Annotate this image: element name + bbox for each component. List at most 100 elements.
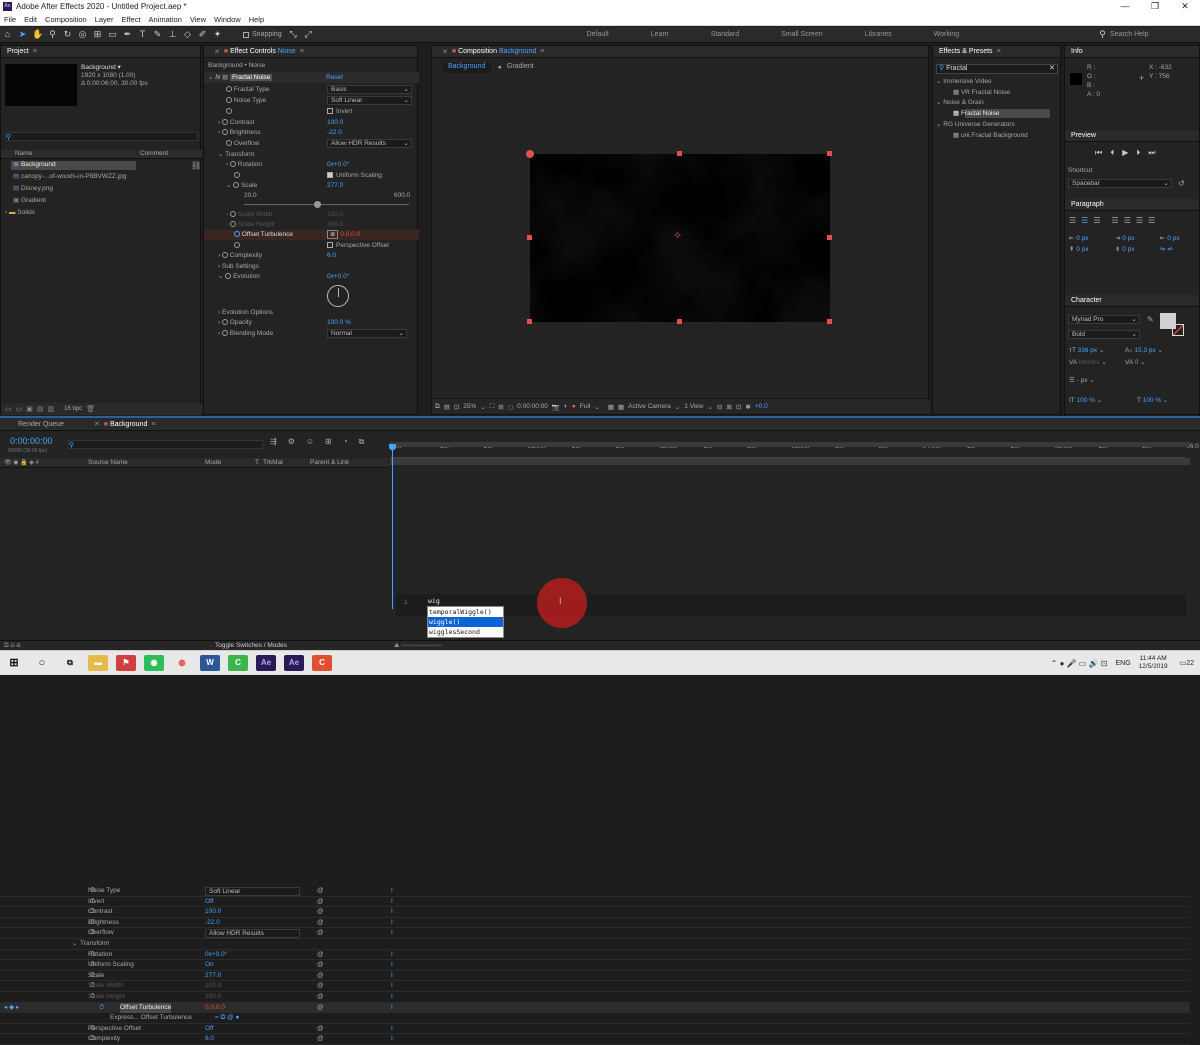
layer-handle-tc[interactable]	[677, 151, 682, 156]
workspace-small-screen[interactable]: Small Screen	[781, 31, 823, 38]
snapping-toggle[interactable]: Snapping	[243, 31, 282, 38]
fx-toggle-icon[interactable]: ▦	[222, 74, 228, 81]
ec-uniform-stopwatch[interactable]	[234, 171, 240, 181]
menu-window[interactable]: Window	[214, 15, 241, 24]
stopwatch-icon[interactable]: ⏱	[90, 981, 95, 991]
pick-whip-icon[interactable]: @	[317, 886, 324, 896]
indent-right[interactable]: ⇥ 0 px	[1115, 234, 1135, 244]
keyframe-marker-icon[interactable]: I	[391, 950, 393, 960]
stopwatch-icon[interactable]: ⏱	[90, 960, 95, 970]
ec-scale-value[interactable]: 277.0	[327, 181, 343, 191]
keyframe-marker-icon[interactable]: I	[391, 992, 393, 1002]
timeline-property-value[interactable]: Off	[205, 897, 214, 907]
camtasia-icon[interactable]: C	[228, 655, 248, 671]
menu-view[interactable]: View	[190, 15, 206, 24]
reset-exposure-icon[interactable]: ✱	[745, 403, 750, 411]
ec-sub-settings-group[interactable]: › Sub Settings	[218, 262, 259, 272]
keyframe-marker-icon[interactable]: I	[391, 886, 393, 896]
hand-tool-icon[interactable]: ✋	[32, 29, 43, 40]
show-channel-icon[interactable]: ◐	[564, 403, 568, 410]
ec-scale-slider-track[interactable]	[244, 204, 409, 205]
timeline-timecode[interactable]: 0:00:00:00	[10, 436, 53, 446]
column-comment[interactable]: Comment	[140, 149, 168, 159]
paragraph-tab[interactable]: Paragraph	[1071, 201, 1104, 208]
ec-blending-select[interactable]: Normal ⌄	[327, 329, 407, 338]
horizontal-scale[interactable]: T 100 % ⌄	[1137, 396, 1168, 406]
fit-icon[interactable]: ⛶	[490, 403, 495, 411]
stopwatch-icon[interactable]: ⏱	[90, 971, 95, 981]
ec-brightness-value[interactable]: -22.0	[327, 128, 342, 138]
region-of-interest-icon[interactable]: ◻	[508, 403, 513, 411]
camera-select[interactable]: Active Camera	[628, 403, 671, 410]
info-tab[interactable]: Info	[1071, 48, 1083, 55]
ec-uniform-scaling-checkbox[interactable]: Uniform Scaling	[327, 171, 382, 181]
effects-presets-tab[interactable]: Effects & Presets	[939, 48, 993, 55]
chrome-icon[interactable]: ◍	[172, 655, 192, 671]
work-area-range[interactable]	[390, 458, 1190, 465]
effects-search-input[interactable]: ⚲ Fractal ✕	[936, 64, 1058, 74]
system-tray-icons[interactable]: ⌃ ● 🎤 ▭ 🔊 ⊡	[1051, 659, 1108, 668]
file-explorer-icon[interactable]: ▬	[88, 655, 108, 671]
direction-icon[interactable]: ⇋ ⇌	[1160, 245, 1173, 255]
draft-3d-icon[interactable]: ⚙	[288, 437, 295, 447]
timeline-property-row[interactable]: Express... Offset Turbulence = ⧉ @ ●	[0, 1013, 1190, 1024]
menu-icon[interactable]: ≡	[151, 421, 155, 428]
timeline-property-row[interactable]: Scale Width ⏱ @ I 100.0	[0, 981, 1190, 992]
workspace-default[interactable]: Default	[587, 31, 609, 38]
home-icon[interactable]: ⌂	[2, 29, 13, 40]
eraser-tool-icon[interactable]: ◇	[182, 29, 193, 40]
tab-render-queue[interactable]: Render Queue	[18, 421, 64, 428]
maximize-button[interactable]: ❐	[1140, 1, 1170, 12]
justify-left-icon[interactable]: ☰	[1112, 216, 1119, 225]
pick-whip-icon[interactable]: @	[317, 907, 324, 917]
timeline-property-value[interactable]: 6.0	[205, 1034, 214, 1044]
ep-item-vr-fractal-noise[interactable]: ▦ VR Fractal Noise	[953, 88, 1010, 98]
timeline-property-value[interactable]: Off	[205, 1024, 214, 1034]
timeline-search-input[interactable]: ⚲	[68, 440, 263, 449]
green-app-icon[interactable]: ◉	[144, 655, 164, 671]
column-trkmat[interactable]: TrkMat	[263, 458, 283, 468]
windows-start-icon[interactable]: ⊞	[4, 655, 24, 671]
composition-tab[interactable]: Composition Background	[458, 48, 536, 55]
first-frame-icon[interactable]: ⏮	[1095, 148, 1102, 158]
timeline-property-value[interactable]: -22.0	[205, 918, 220, 928]
graph-editor-icon[interactable]: ⧉	[359, 437, 365, 447]
grid-icon[interactable]: ⊞	[498, 403, 503, 411]
pick-whip-icon[interactable]: @	[317, 918, 324, 928]
font-size[interactable]: ᴛT 336 px ⌄	[1069, 346, 1104, 356]
new-composition-icon[interactable]: ▣	[26, 405, 33, 413]
workspace-libraries[interactable]: Libraries	[865, 31, 892, 38]
ec-overflow-select[interactable]: Allow HDR Results ⌄	[327, 139, 412, 148]
effect-controls-tab[interactable]: Effect Controls Noise	[230, 48, 296, 55]
column-mode[interactable]: Mode	[205, 458, 221, 468]
pick-whip-icon[interactable]: @	[317, 897, 324, 907]
justify-right-icon[interactable]: ☰	[1136, 216, 1143, 225]
search-help-input[interactable]: Search Help	[1110, 31, 1200, 38]
layer-handle-bc[interactable]	[677, 319, 682, 324]
menu-layer[interactable]: Layer	[95, 15, 114, 24]
autocomplete-item-wigglessecond[interactable]: wigglesSecond	[428, 627, 503, 637]
trash-icon[interactable]: 🗑	[86, 405, 95, 413]
pick-whip-icon[interactable]: @	[317, 981, 324, 991]
justify-all-icon[interactable]: ☰	[1148, 216, 1155, 225]
pick-whip-icon[interactable]: @	[317, 1003, 324, 1013]
align-right-icon[interactable]: ☰	[1093, 216, 1100, 225]
comp-nav-background[interactable]: Background	[442, 63, 492, 73]
close-tab-icon[interactable]: ✕	[442, 48, 448, 56]
offset-turbulence-crosshair-icon[interactable]: ✧	[673, 231, 682, 242]
ec-perspective-stopwatch[interactable]	[234, 241, 240, 251]
menu-effect[interactable]: Effect	[121, 15, 140, 24]
pixel-aspect-icon[interactable]: ⊟	[717, 403, 722, 411]
menu-file[interactable]: File	[4, 15, 16, 24]
autocomplete-item-wiggle[interactable]: wiggle()	[428, 617, 503, 627]
menu-icon[interactable]: ≡	[33, 48, 37, 55]
ep-group-rg-universe[interactable]: ⌄ RG Universe Generators	[936, 120, 1015, 130]
layer-anchor-corner[interactable]	[526, 150, 534, 158]
interpret-footage-icon[interactable]: ▭	[5, 405, 12, 413]
toggle-alpha-icon[interactable]: ⊡	[454, 403, 459, 411]
timeline-property-row[interactable]: Offset Turbulence ⏱ @ I ◂ ◆ ▸ 0.0,0.0	[0, 1002, 1190, 1014]
view-layout-select[interactable]: 1 View	[684, 403, 703, 410]
comp-nav-gradient[interactable]: Gradient	[507, 63, 534, 73]
ec-opacity-value[interactable]: 100.0 %	[327, 318, 351, 328]
timeline-property-row[interactable]: Rotation ⏱ @ I 0x+0.0°	[0, 950, 1190, 961]
